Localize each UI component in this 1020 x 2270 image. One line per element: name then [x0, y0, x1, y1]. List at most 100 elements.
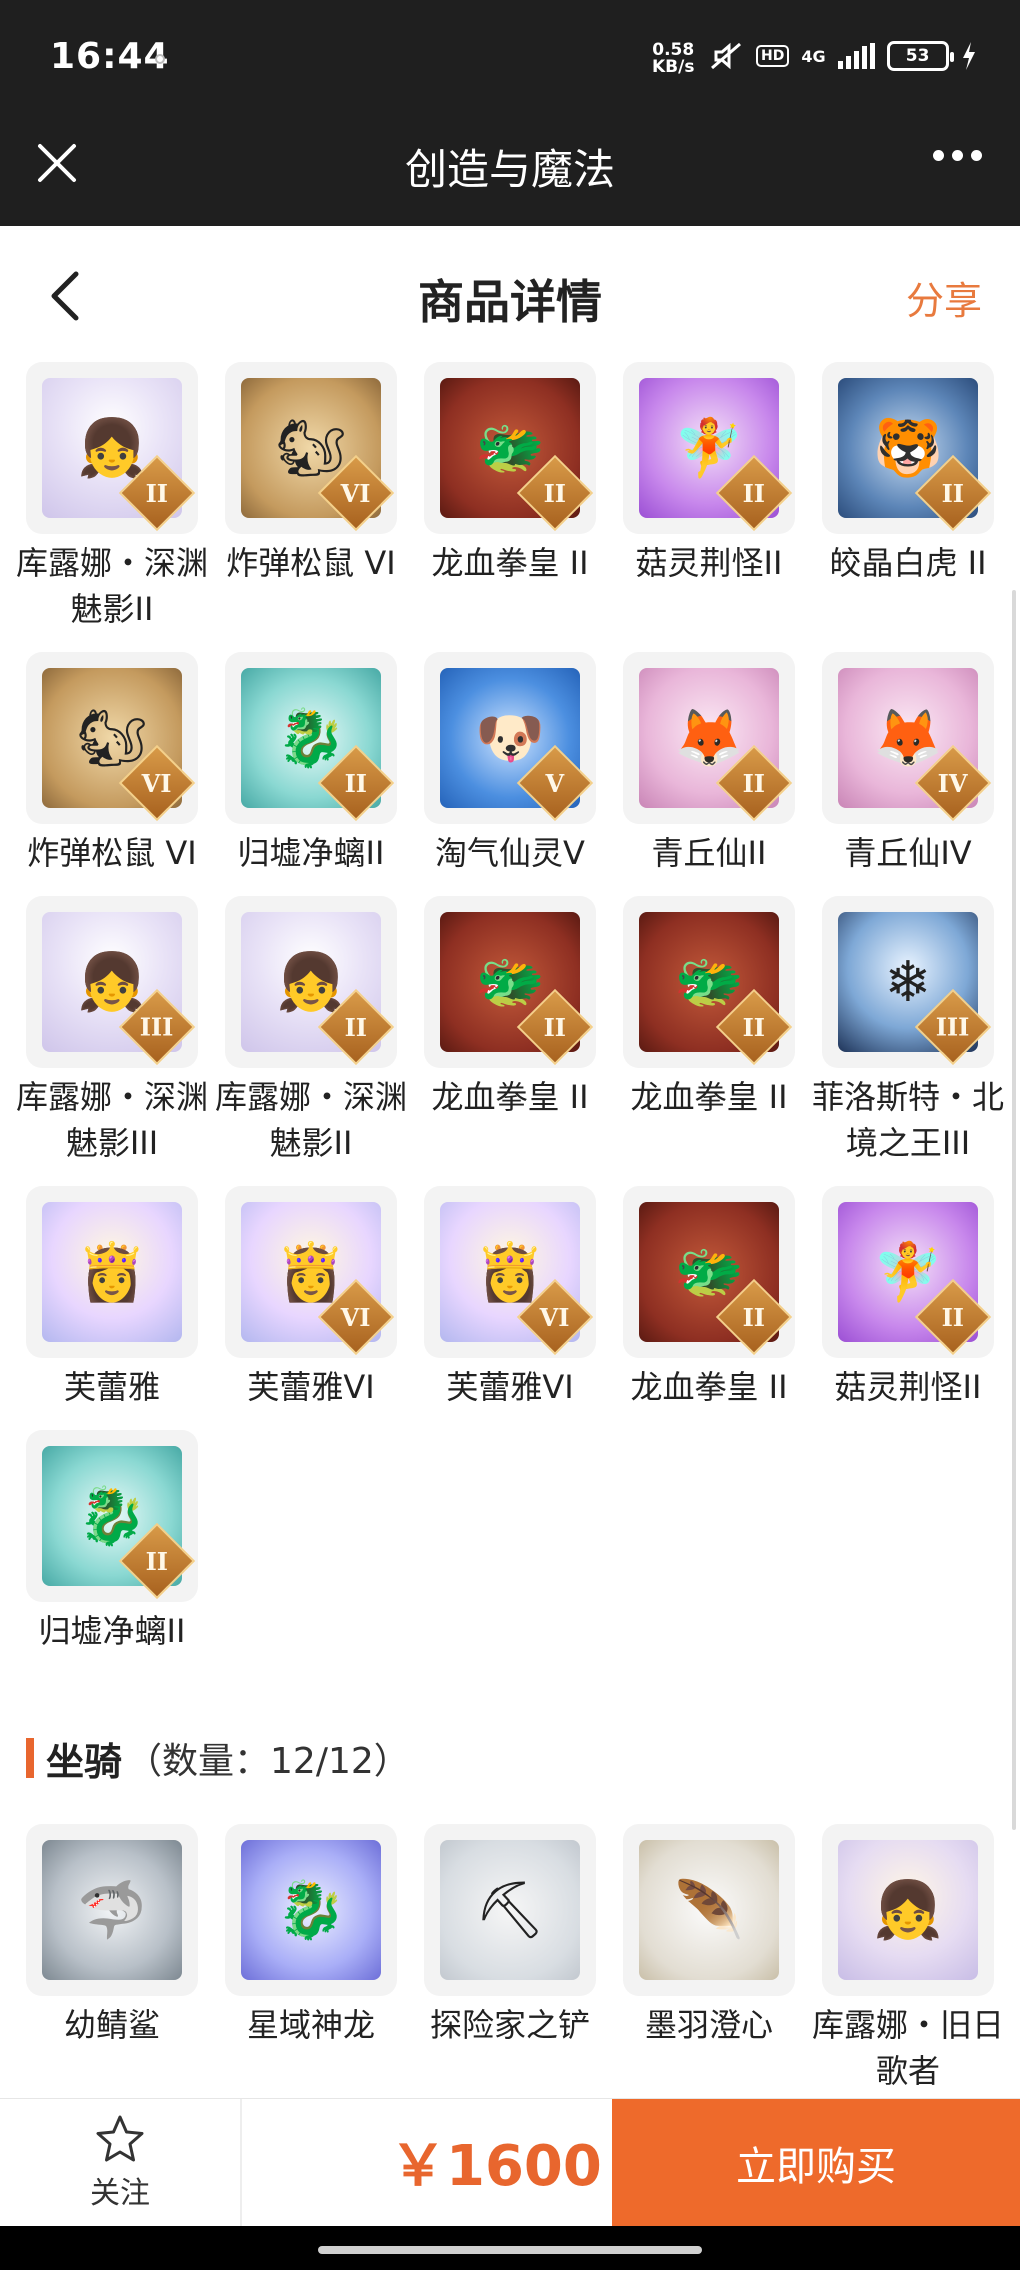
item-name: 星域神龙: [246, 2006, 375, 2044]
item-thumbnail: 🦈: [26, 1824, 198, 1996]
mounts-section-title: 坐骑 （数量：12/12）: [26, 1730, 410, 1786]
item-card[interactable]: 🧚 II 菇灵荆怪II: [822, 1186, 994, 1410]
rank-badge-label: II: [344, 1012, 368, 1042]
rank-badge-label: III: [140, 1012, 174, 1042]
mounts-count: （数量：12/12）: [126, 1741, 410, 1782]
item-card[interactable]: 🐲 II 龙血拳皇 II: [623, 896, 795, 1166]
follow-label: 关注: [90, 2176, 150, 2211]
rank-badge-label: VI: [341, 1302, 371, 1332]
item-card[interactable]: 👸 VI 芙蕾雅VI: [225, 1186, 397, 1410]
item-card[interactable]: 🐶 V 淘气仙灵V: [424, 652, 596, 876]
item-thumbnail: 🧚 II: [822, 1186, 994, 1358]
bottom-action-bar: 关注 ￥1600 立即购买: [0, 2098, 1020, 2227]
rank-badge-label: II: [145, 1546, 169, 1576]
item-thumbnail: 👸 VI: [424, 1186, 596, 1358]
price: ￥1600: [390, 2134, 602, 2199]
item-thumbnail: 🦊 IV: [822, 652, 994, 824]
item-name: 探险家之铲: [429, 2006, 590, 2044]
item-card[interactable]: 🦊 II 青丘仙II: [623, 652, 795, 876]
item-card[interactable]: 🐲 II 龙血拳皇 II: [424, 896, 596, 1166]
item-thumbnail: 👸 VI: [225, 1186, 397, 1358]
item-name: 库露娜・深渊魅影III: [15, 1078, 208, 1162]
section-accent-bar: [26, 1738, 34, 1778]
item-name: 归墟净螭II: [38, 1612, 186, 1650]
mute-icon: [711, 42, 741, 70]
rank-badge-label: II: [742, 768, 766, 798]
star-icon: [96, 2115, 144, 2162]
item-card[interactable]: 🐲 II 龙血拳皇 II: [424, 362, 596, 632]
mount-card[interactable]: 👧 库露娜・旧日歌者: [812, 1824, 1004, 2094]
notification-dot-icon: [155, 54, 165, 64]
rank-badge-label: II: [543, 1012, 567, 1042]
status-bar: 16:44 0.58 KB/s HD 4G 53: [0, 0, 1020, 120]
mount-card[interactable]: 🐉 星域神龙: [225, 1824, 397, 2094]
page-title: 商品详情: [418, 275, 602, 329]
rank-badge-label: VI: [341, 478, 371, 508]
rank-badge-label: II: [344, 768, 368, 798]
item-thumbnail: 🐯 II: [822, 362, 994, 534]
item-card[interactable]: 🐉 II 归墟净螭II: [225, 652, 397, 876]
item-name: 菇灵荆怪II: [635, 544, 783, 582]
rank-badge-label: V: [545, 768, 565, 798]
mount-card[interactable]: 🦈 幼鲭鲨: [26, 1824, 198, 2094]
item-thumbnail: 👸: [26, 1186, 198, 1358]
follow-button[interactable]: 关注: [0, 2099, 242, 2227]
mount-card[interactable]: ⛏ 探险家之铲: [424, 1824, 596, 2094]
more-menu-icon[interactable]: [933, 150, 982, 161]
item-card[interactable]: 🐯 II 皎晶白虎 II: [822, 362, 994, 632]
shovel-icon: ⛏: [440, 1840, 580, 1980]
item-name: 库露娜・旧日歌者: [811, 2006, 1004, 2090]
item-thumbnail: 🐉: [225, 1824, 397, 1996]
rank-badge-label: VI: [142, 768, 172, 798]
item-card[interactable]: 🦊 IV 青丘仙IV: [822, 652, 994, 876]
share-button[interactable]: 分享: [906, 270, 982, 325]
item-name: 幼鲭鲨: [63, 2006, 160, 2044]
item-card[interactable]: 🐿 VI 炸弹松鼠 VI: [225, 362, 397, 632]
item-name: 菇灵荆怪II: [834, 1368, 982, 1406]
item-name: 龙血拳皇 II: [630, 1368, 788, 1406]
item-thumbnail: 🐲 II: [623, 1186, 795, 1358]
item-name: 青丘仙II: [651, 834, 767, 872]
item-card[interactable]: 🧚 II 菇灵荆怪II: [623, 362, 795, 632]
item-card[interactable]: 🐲 II 龙血拳皇 II: [623, 1186, 795, 1410]
item-card[interactable]: 👸 芙蕾雅: [26, 1186, 198, 1410]
buy-now-button[interactable]: 立即购买: [612, 2099, 1020, 2227]
item-name: 皎晶白虎 II: [829, 544, 987, 582]
app-title-bar: 创造与魔法: [0, 120, 1020, 226]
item-card[interactable]: 🐉 II 归墟净螭II: [26, 1430, 198, 1654]
item-thumbnail: 🐉 II: [26, 1430, 198, 1602]
rank-badge-label: III: [936, 1012, 970, 1042]
item-card[interactable]: 👸 VI 芙蕾雅VI: [424, 1186, 596, 1410]
item-name: 龙血拳皇 II: [431, 1078, 589, 1116]
mounts-grid: 🦈 幼鲭鲨 🐉 星域神龙 ⛏ 探险家之铲 🪶 墨羽澄心 👧 库露娜・旧日歌者: [26, 1824, 1004, 2094]
item-thumbnail: ⛏: [424, 1824, 596, 1996]
item-thumbnail: 🐉 II: [225, 652, 397, 824]
rank-badge-label: II: [543, 478, 567, 508]
rank-badge-label: VI: [540, 1302, 570, 1332]
item-thumbnail: 🐲 II: [623, 896, 795, 1068]
mount-card[interactable]: 🪶 墨羽澄心: [623, 1824, 795, 2094]
scrollbar[interactable]: [1012, 590, 1016, 1830]
page-header: 商品详情 分享: [0, 226, 1020, 362]
item-card[interactable]: 🐿 VI 炸弹松鼠 VI: [26, 652, 198, 876]
item-name: 炸弹松鼠 VI: [27, 834, 197, 872]
home-indicator: [0, 2226, 1020, 2270]
item-thumbnail: 🧚 II: [623, 362, 795, 534]
item-thumbnail: 🐲 II: [424, 896, 596, 1068]
item-card[interactable]: 👧 II 库露娜・深渊魅影II: [215, 896, 407, 1166]
item-name: 芙蕾雅VI: [247, 1368, 375, 1406]
item-card[interactable]: ❄ III 菲洛斯特・北境之王III: [812, 896, 1004, 1166]
item-thumbnail: 👧 II: [225, 896, 397, 1068]
item-name: 墨羽澄心: [644, 2006, 773, 2044]
valkyrie-icon: 👸: [42, 1202, 182, 1342]
item-card[interactable]: 👧 III 库露娜・深渊魅影III: [16, 896, 208, 1166]
charging-icon: [962, 42, 975, 70]
item-thumbnail: 👧 II: [26, 362, 198, 534]
item-name: 炸弹松鼠 VI: [226, 544, 396, 582]
item-name: 青丘仙IV: [844, 834, 972, 872]
item-thumbnail: 🦊 II: [623, 652, 795, 824]
status-icons: HD 4G 53: [708, 40, 977, 72]
item-name: 菲洛斯特・北境之王III: [811, 1078, 1004, 1162]
item-card[interactable]: 👧 II 库露娜・深渊魅影II: [16, 362, 208, 632]
top-bar: 16:44 0.58 KB/s HD 4G 53 创造与魔法: [0, 0, 1020, 226]
